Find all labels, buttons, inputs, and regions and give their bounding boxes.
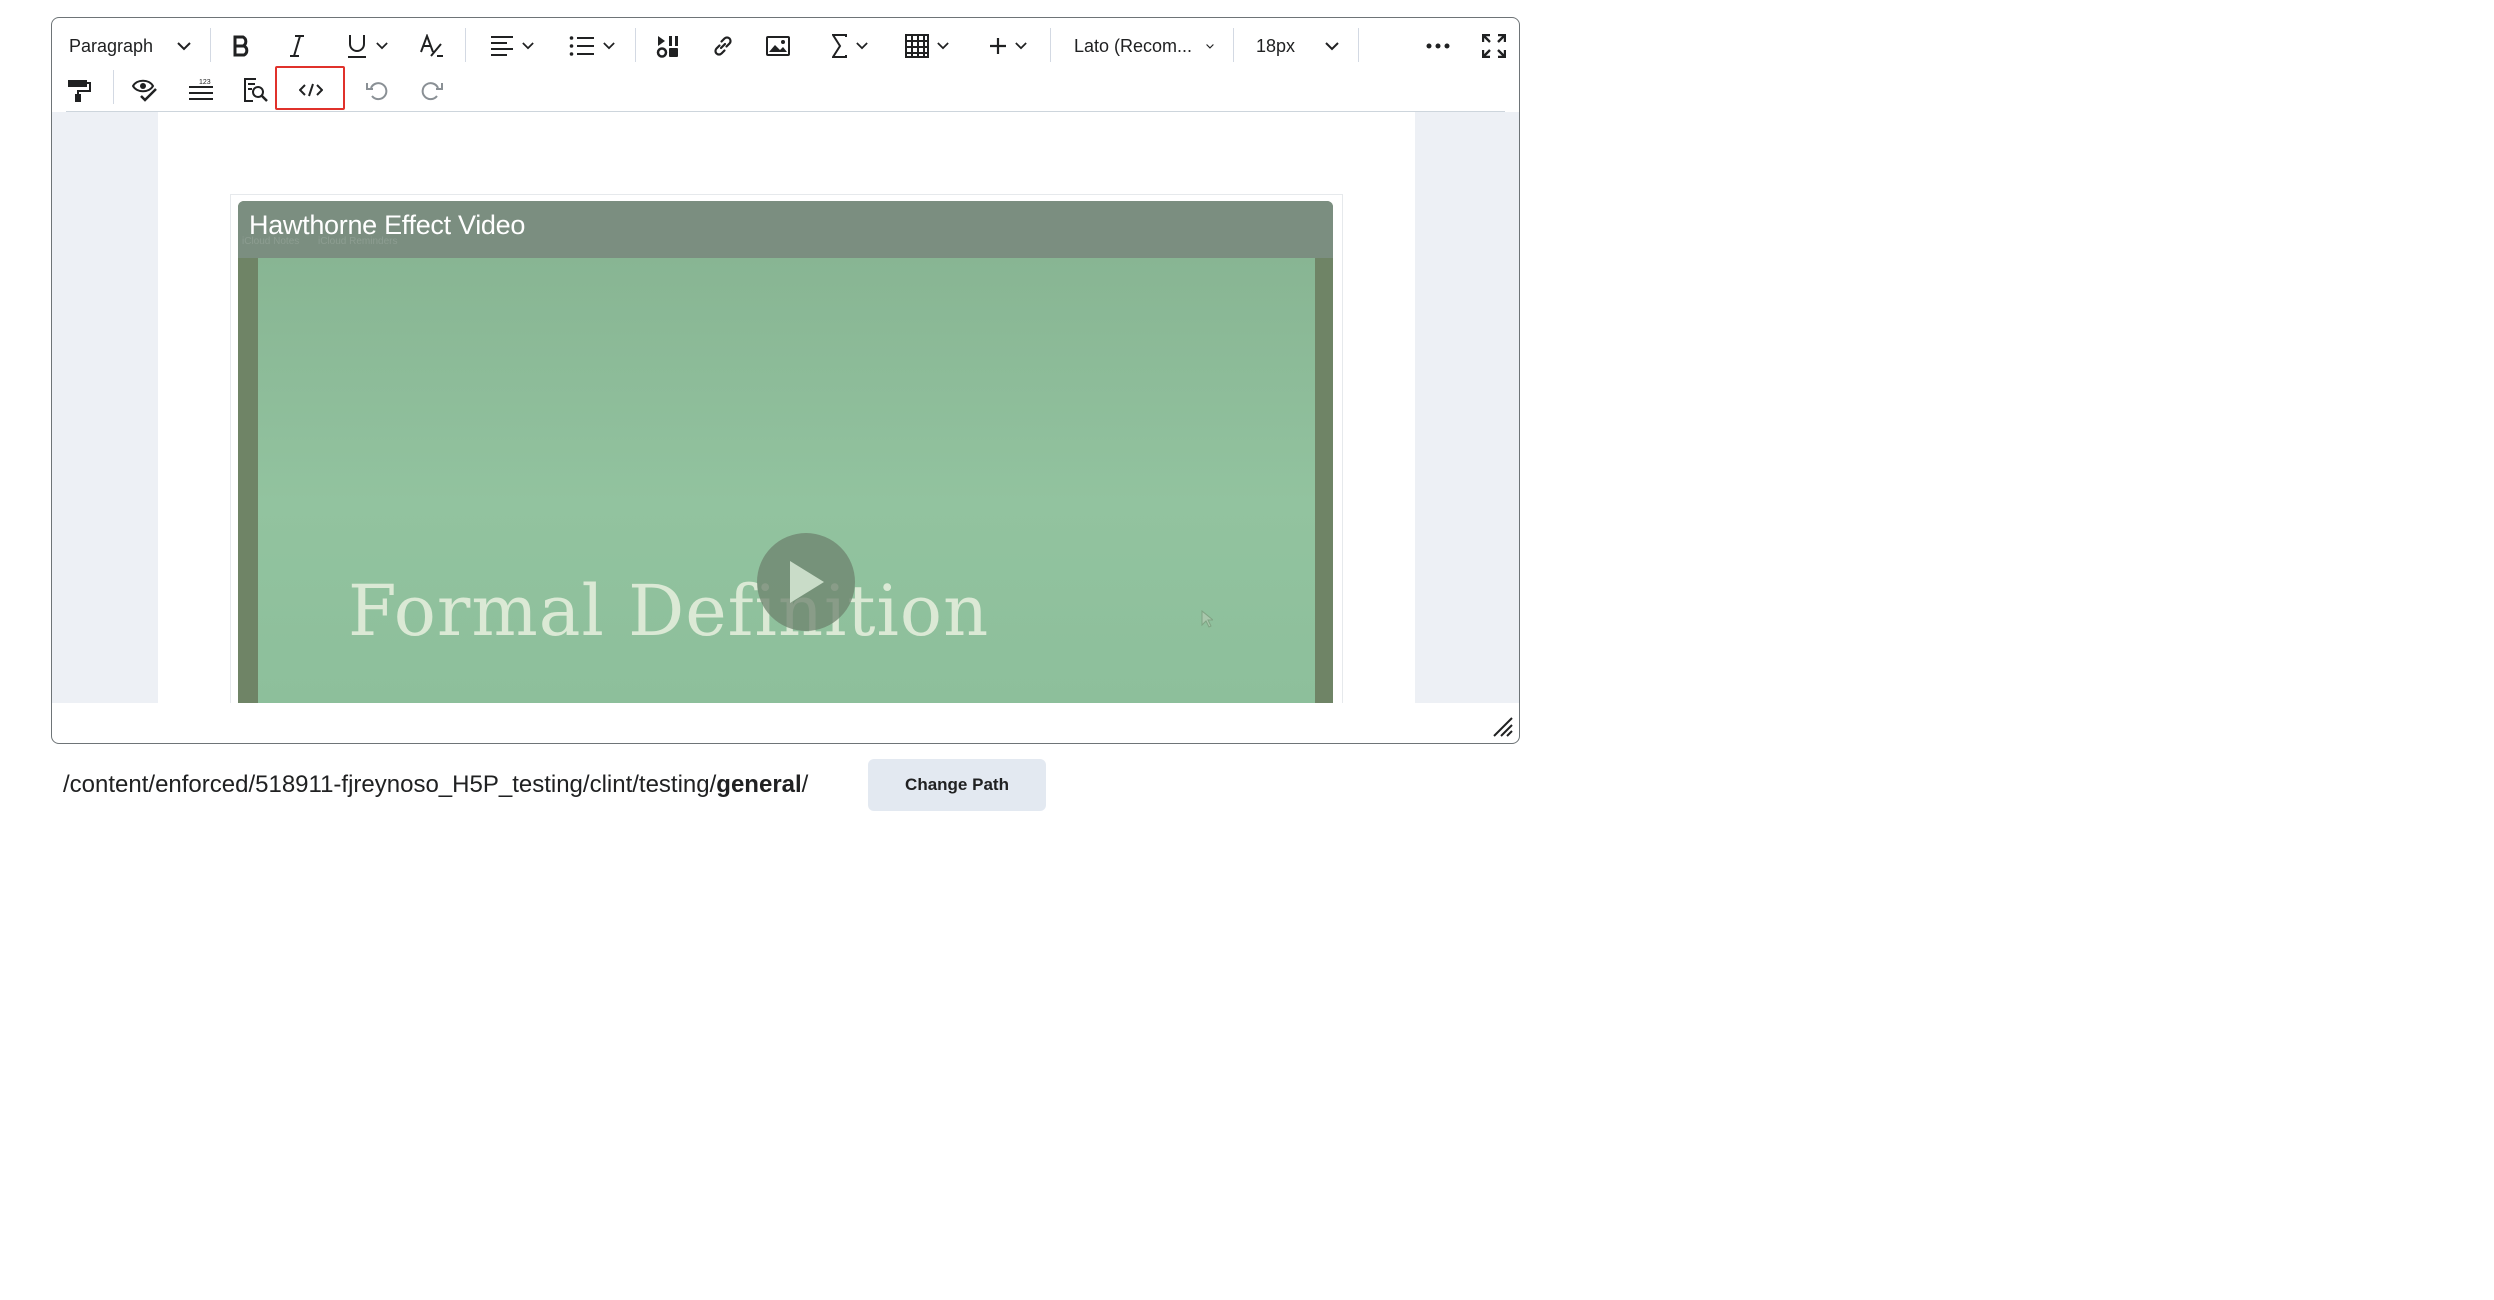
- video-faint-text: iCloud Notes: [242, 236, 300, 247]
- align-button[interactable]: [487, 24, 537, 68]
- underline-button[interactable]: [341, 24, 393, 68]
- toolbar-separator: [1358, 28, 1359, 62]
- toolbar-separator: [113, 70, 114, 104]
- chevron-down-icon: [603, 42, 615, 50]
- chevron-down-icon: [937, 42, 949, 50]
- insert-more-button[interactable]: [985, 24, 1031, 68]
- eye-check-icon: [132, 79, 157, 102]
- toolbar-separator: [210, 28, 211, 62]
- chevron-down-icon: [522, 42, 534, 50]
- video-slide-text: Formal Definition: [348, 570, 990, 652]
- list-button[interactable]: [567, 24, 617, 68]
- undo-button[interactable]: [365, 68, 389, 112]
- chevron-down-icon: [856, 42, 868, 50]
- fullscreen-button[interactable]: [1480, 24, 1508, 68]
- toolbar-row-2: 123: [52, 68, 1519, 112]
- bold-button[interactable]: [228, 24, 256, 68]
- play-button[interactable]: [757, 533, 855, 631]
- font-family-select[interactable]: Lato (Recom...: [1074, 24, 1214, 68]
- toolbar-row-1: Paragraph Lato (Recom... 18px: [52, 24, 1519, 68]
- file-path: /content/enforced/518911-fjreynoso_H5P_t…: [63, 771, 808, 799]
- toolbar-separator: [465, 28, 466, 62]
- video-frame: Formal Definition: [258, 258, 1315, 703]
- preview-button[interactable]: [242, 68, 268, 112]
- format-painter-button[interactable]: [66, 68, 92, 112]
- equation-button[interactable]: [826, 24, 874, 68]
- undo-icon: [366, 82, 388, 101]
- text-color-button[interactable]: [419, 24, 445, 68]
- video-embed-frame[interactable]: Hawthorne Effect Video iCloud Notes iClo…: [230, 194, 1343, 703]
- text-format-icon: [420, 34, 443, 57]
- source-code-highlight: [275, 66, 345, 110]
- fullscreen-icon: [1482, 34, 1506, 58]
- sigma-icon: [832, 34, 847, 58]
- bold-icon: [233, 35, 249, 57]
- chevron-down-icon: [1206, 43, 1214, 49]
- editor-page[interactable]: Hawthorne Effect Video iCloud Notes iClo…: [158, 112, 1415, 703]
- word-count-icon: 123: [189, 79, 213, 100]
- toolbar-separator: [1233, 28, 1234, 62]
- italic-button[interactable]: [285, 24, 309, 68]
- video-title-bar: Hawthorne Effect Video iCloud Notes iClo…: [238, 201, 1333, 258]
- font-size-select[interactable]: 18px: [1256, 24, 1342, 68]
- ellipsis-icon: [1426, 43, 1450, 49]
- italic-icon: [290, 35, 304, 57]
- link-icon: [714, 36, 732, 56]
- insert-stuff-button[interactable]: [655, 24, 681, 68]
- table-button[interactable]: [902, 24, 952, 68]
- chevron-down-icon: [376, 42, 388, 50]
- play-icon: [790, 561, 824, 603]
- insert-media-icon: [656, 36, 678, 58]
- toolbar-separator: [1050, 28, 1051, 62]
- block-format-label: Paragraph: [69, 35, 154, 56]
- accessibility-checker-button[interactable]: [132, 68, 158, 112]
- word-count-button[interactable]: 123: [187, 68, 215, 112]
- video-player[interactable]: Hawthorne Effect Video iCloud Notes iClo…: [238, 201, 1333, 703]
- plus-icon: [990, 38, 1006, 54]
- paint-roller-icon: [68, 80, 91, 102]
- resize-handle-icon[interactable]: [1493, 717, 1513, 737]
- table-icon: [905, 34, 929, 58]
- file-path-prefix: /content/enforced/518911-fjreynoso_H5P_t…: [63, 771, 717, 798]
- chevron-down-icon: [1015, 42, 1027, 50]
- video-faint-text: iCloud Reminders: [318, 236, 398, 247]
- change-path-button[interactable]: Change Path: [868, 759, 1046, 811]
- preview-icon: [244, 78, 268, 102]
- chevron-down-icon: [177, 41, 191, 50]
- font-family-label: Lato (Recom...: [1074, 35, 1193, 56]
- redo-button[interactable]: [420, 68, 444, 112]
- font-size-label: 18px: [1256, 35, 1296, 56]
- redo-icon: [421, 82, 443, 101]
- align-left-icon: [491, 36, 513, 56]
- more-options-button[interactable]: [1424, 24, 1452, 68]
- insert-link-button[interactable]: [710, 24, 736, 68]
- svg-text:123: 123: [199, 79, 211, 86]
- bullet-list-icon: [569, 36, 594, 56]
- file-path-suffix: /: [801, 771, 809, 798]
- editor-content-area[interactable]: Hawthorne Effect Video iCloud Notes iClo…: [52, 112, 1519, 703]
- file-path-current: general: [716, 771, 802, 798]
- block-format-select[interactable]: Paragraph: [69, 24, 193, 68]
- chevron-down-icon: [1325, 41, 1339, 50]
- underline-icon: [348, 35, 366, 58]
- toolbar-separator: [635, 28, 636, 62]
- html-editor: Paragraph Lato (Recom... 18px 123 Hawtho…: [51, 17, 1520, 744]
- mouse-cursor-icon: [1201, 610, 1213, 628]
- insert-image-button[interactable]: [765, 24, 791, 68]
- image-icon: [766, 36, 790, 56]
